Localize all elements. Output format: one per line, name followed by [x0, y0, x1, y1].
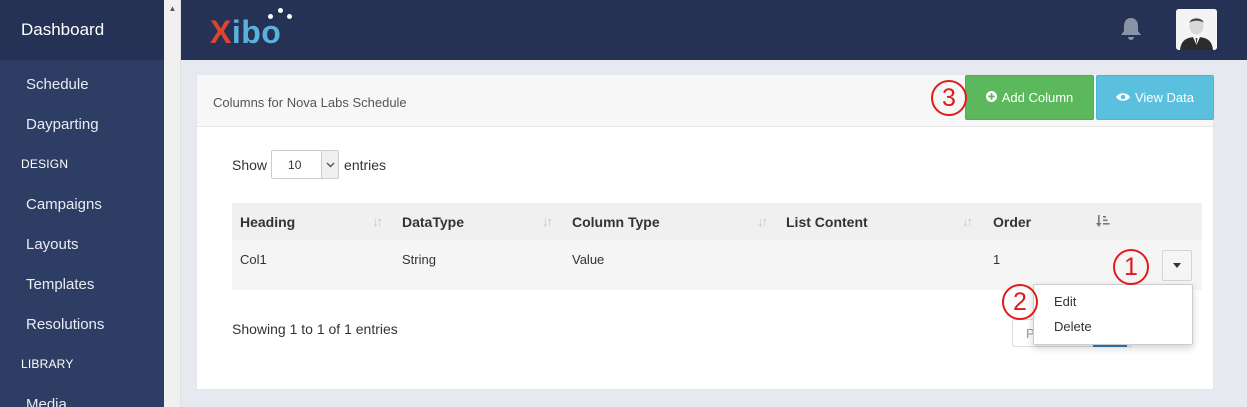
sidebar-scrollbar[interactable]: ▲	[164, 0, 181, 407]
sidebar-item-resolutions[interactable]: Resolutions	[26, 316, 104, 333]
menu-item-edit[interactable]: Edit	[1054, 294, 1076, 309]
step-marker-1: 1	[1113, 249, 1149, 285]
show-label: Show	[232, 156, 268, 173]
table-info: Showing 1 to 1 of 1 entries	[232, 321, 398, 337]
sort-ascending-icon[interactable]	[1096, 215, 1110, 231]
scroll-up-arrow-icon[interactable]: ▲	[164, 0, 181, 17]
column-header-heading[interactable]: Heading	[240, 214, 295, 230]
add-column-label: Add Column	[1001, 90, 1074, 105]
entries-per-page-value: 10	[288, 158, 302, 172]
sort-icon[interactable]: ↓↑	[542, 214, 553, 229]
card-header: Columns for Nova Labs Schedule Add Colum…	[197, 75, 1214, 127]
sort-icon[interactable]: ↓↑	[372, 214, 383, 229]
columns-table: Heading ↓↑ DataType ↓↑ Column Type ↓↑ Li…	[232, 203, 1202, 290]
step-marker-3: 3	[931, 80, 967, 116]
user-avatar[interactable]	[1176, 9, 1217, 50]
column-header-order[interactable]: Order	[993, 214, 1031, 230]
logo-letter-x: X	[210, 14, 232, 50]
row-actions-menu: Edit Delete	[1033, 284, 1193, 345]
row-actions-dropdown-button[interactable]	[1162, 250, 1192, 281]
sidebar-heading-library: LIBRARY	[21, 357, 74, 371]
add-column-button[interactable]: Add Column	[965, 75, 1094, 120]
eye-icon	[1115, 90, 1130, 105]
entries-suffix: entries	[344, 156, 387, 173]
column-header-datatype[interactable]: DataType	[402, 214, 464, 230]
table-row[interactable]: Col1 String Value 1	[232, 240, 1202, 290]
entries-per-page-select[interactable]: 10	[271, 150, 340, 179]
cell-datatype: String	[402, 252, 436, 267]
sidebar-item-campaigns[interactable]: Campaigns	[26, 196, 102, 213]
view-data-label: View Data	[1134, 90, 1194, 105]
step-marker-2: 2	[1002, 284, 1038, 320]
sidebar-item-schedule[interactable]: Schedule	[26, 76, 89, 93]
card-title: Columns for Nova Labs Schedule	[213, 95, 407, 110]
xibo-logo[interactable]: Xibo	[210, 8, 292, 50]
sidebar: Dashboard Schedule Dayparting DESIGN Cam…	[0, 0, 164, 407]
cell-heading: Col1	[240, 252, 267, 267]
table-header: Heading ↓↑ DataType ↓↑ Column Type ↓↑ Li…	[232, 203, 1202, 240]
caret-down-icon	[1173, 263, 1181, 268]
show-entries: Show 10 entries	[232, 150, 386, 179]
sort-icon[interactable]: ↓↑	[962, 214, 973, 229]
sidebar-item-media[interactable]: Media	[26, 396, 67, 407]
sidebar-item-layouts[interactable]: Layouts	[26, 236, 79, 253]
column-header-column-type[interactable]: Column Type	[572, 214, 660, 230]
cell-column-type: Value	[572, 252, 605, 267]
sidebar-heading-design: DESIGN	[21, 157, 69, 171]
sidebar-item-templates[interactable]: Templates	[26, 276, 94, 293]
chevron-down-icon	[321, 151, 339, 178]
sidebar-item-dayparting[interactable]: Dayparting	[26, 116, 99, 133]
sort-icon[interactable]: ↓↑	[757, 214, 768, 229]
bell-icon[interactable]	[1119, 16, 1143, 42]
column-header-list-content[interactable]: List Content	[786, 214, 868, 230]
menu-item-delete[interactable]: Delete	[1054, 319, 1092, 334]
logo-dots-icon	[262, 8, 292, 22]
top-navbar: Xibo	[181, 0, 1247, 60]
cell-order: 1	[993, 252, 1001, 267]
view-data-button[interactable]: View Data	[1096, 75, 1214, 120]
sidebar-brand-dashboard[interactable]: Dashboard	[0, 0, 164, 60]
plus-circle-icon	[985, 90, 997, 105]
